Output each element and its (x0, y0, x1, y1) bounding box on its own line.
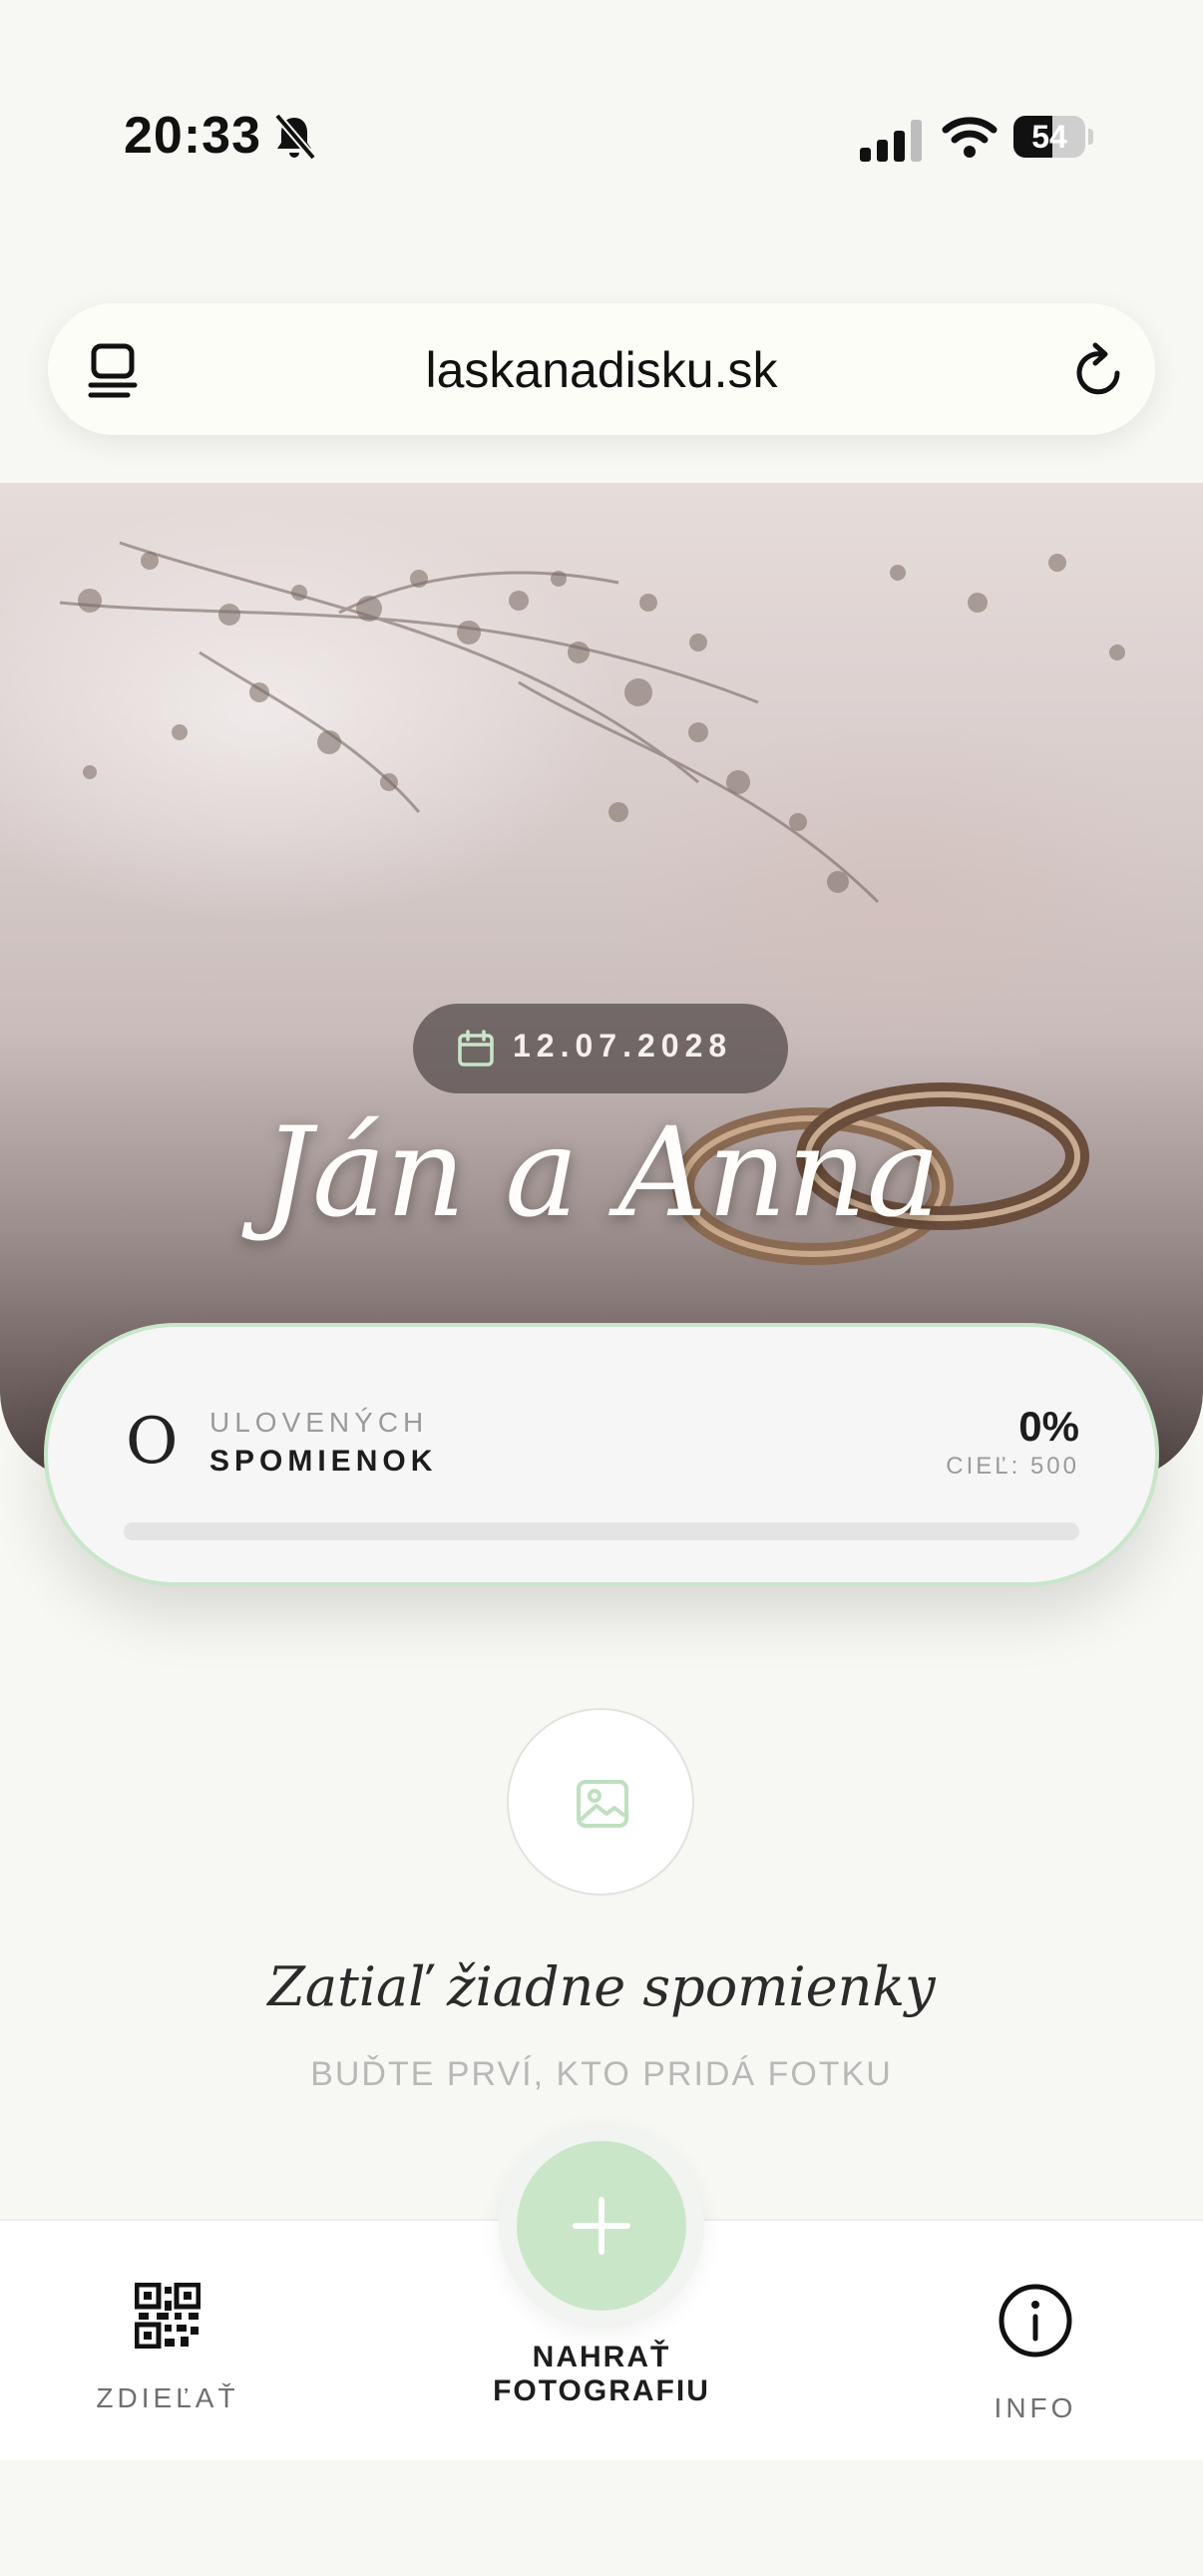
progress-label-bottom: SPOMIENOK (209, 1445, 438, 1478)
bell-slash-icon (273, 113, 317, 161)
progress-label-top: ULOVENÝCH (209, 1407, 429, 1438)
upload-photo-button[interactable] (499, 2123, 704, 2329)
url-text[interactable]: laskanadisku.sk (48, 341, 1155, 399)
cellular-signal-icon (860, 120, 922, 162)
share-button[interactable]: ZDIEĽAŤ (60, 2221, 275, 2460)
info-icon (999, 2284, 1072, 2358)
address-bar[interactable]: laskanadisku.sk (48, 303, 1155, 435)
image-icon (577, 1780, 628, 1828)
progress-initial: O (126, 1405, 179, 1479)
reload-icon[interactable] (1071, 339, 1127, 399)
battery-percent: 54 (1031, 119, 1067, 155)
status-time: 20:33 (124, 107, 261, 165)
status-bar: 20:33 54 (0, 0, 1203, 239)
share-label: ZDIEĽAŤ (96, 2382, 239, 2413)
upload-label[interactable]: NAHRAŤ FOTOGRAFIU (439, 2341, 764, 2408)
plus-icon (573, 2197, 630, 2255)
battery-icon: 54 (1013, 116, 1093, 158)
progress-goal: CIEĽ: 500 (946, 1453, 1079, 1480)
progress-percent: 0% (1018, 1403, 1079, 1450)
upload-fab[interactable] (517, 2141, 686, 2311)
empty-state-subtitle: BUĎTE PRVÍ, KTO PRIDÁ FOTKU (310, 2055, 893, 2093)
event-date: 12.07.2028 (513, 1028, 733, 1064)
empty-state-title: Zatiaľ žiadne spomienky (267, 1955, 936, 2018)
calendar-icon (458, 1030, 494, 1067)
info-button[interactable]: INFO (928, 2221, 1143, 2460)
qr-code-icon (135, 2283, 200, 2349)
progress-bar (124, 1522, 1079, 1540)
empty-state-illustration (507, 1708, 694, 1896)
info-label: INFO (994, 2392, 1077, 2423)
couple-names: Ján a Anna (262, 1101, 941, 1245)
wifi-icon (942, 117, 998, 158)
progress-card: O ULOVENÝCH SPOMIENOK 0% CIEĽ: 500 (44, 1323, 1159, 1586)
